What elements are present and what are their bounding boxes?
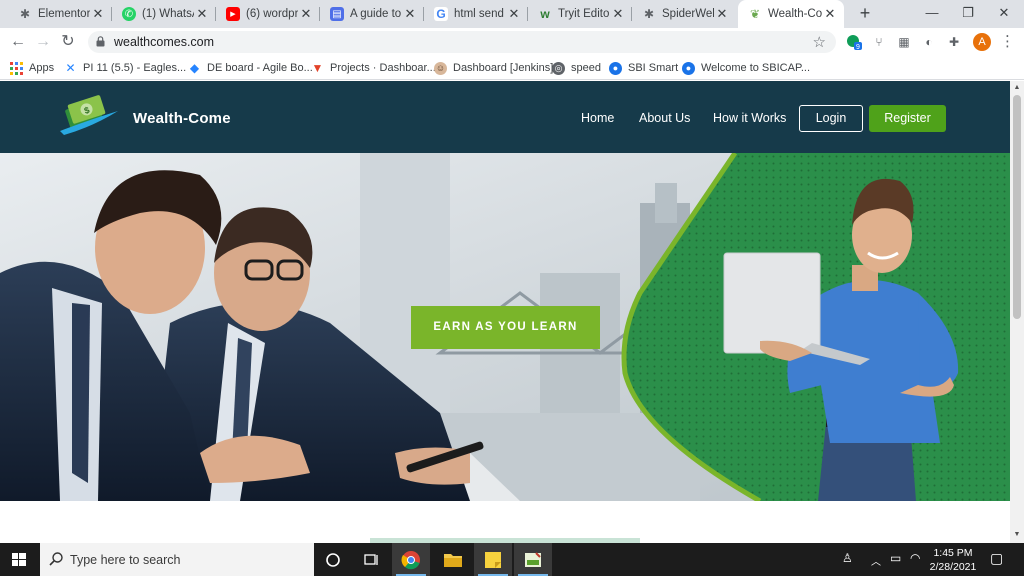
windows-taskbar: Type here to search ♙ ︿ ▭ ◠ 1:45 PM 2/28… — [0, 543, 1024, 576]
menu-kebab-icon[interactable]: ⋮ — [1000, 33, 1015, 51]
notifications-icon[interactable]: ▢ — [990, 550, 1003, 567]
nav-about-us[interactable]: About Us — [639, 111, 690, 125]
tab-tryit[interactable]: w Tryit Editor v ✕ — [528, 0, 632, 28]
battery-icon[interactable]: ▭ — [890, 551, 901, 565]
forward-button[interactable]: → — [33, 32, 53, 52]
tab-whatsapp[interactable]: ✆ (1) WhatsApp ✕ — [112, 0, 216, 28]
nav-how-it-works[interactable]: How it Works — [713, 111, 786, 125]
bookmark-jenkins[interactable]: ☺ Dashboard [Jenkins] — [434, 60, 553, 76]
tab-google[interactable]: G html send er ✕ — [424, 0, 528, 28]
new-tab-button[interactable]: + — [855, 4, 875, 24]
bookmark-de-board[interactable]: ◆ DE board - Agile Bo... — [188, 60, 313, 76]
apps-grid-icon — [10, 61, 23, 75]
scroll-down-icon[interactable]: ▼ — [1013, 531, 1021, 538]
minimize-button[interactable]: — — [920, 3, 944, 23]
x-app-icon: ✕ — [65, 61, 76, 75]
scroll-up-icon[interactable]: ▲ — [1013, 84, 1021, 91]
lock-icon — [96, 36, 105, 47]
clock-time: 1:45 PM — [933, 547, 973, 559]
task-view-icon[interactable] — [352, 543, 390, 576]
bookmark-apps[interactable]: Apps — [10, 60, 54, 76]
google-icon: G — [434, 7, 448, 21]
diamond-icon: ◆ — [189, 61, 200, 75]
sbi-icon: ● — [609, 61, 622, 75]
sticky-notes-icon[interactable] — [474, 543, 512, 576]
file-explorer-icon[interactable] — [434, 543, 472, 576]
search-placeholder: Type here to search — [70, 553, 181, 567]
whatsapp-icon: ✆ — [122, 7, 136, 21]
close-icon[interactable]: ✕ — [194, 6, 210, 22]
globe-icon: ◎ — [552, 61, 565, 75]
wealth-logo-icon[interactable]: $ — [56, 93, 122, 141]
bookmark-sbi-smart[interactable]: ● SBI Smart — [609, 60, 678, 76]
extension-circle-icon[interactable]: ◐ — [921, 34, 937, 50]
web-page: $ Wealth-Come Home About Us How it Works… — [0, 81, 1010, 543]
spider-icon: ✱ — [643, 7, 655, 21]
reload-button[interactable]: ↻ — [58, 32, 78, 52]
tab-strip: ✱ Elementor | M ✕ ✆ (1) WhatsApp ✕ ▶ (6)… — [0, 0, 1024, 28]
url-text: wealthcomes.com — [114, 35, 215, 49]
w3-icon: w — [540, 7, 550, 21]
tab-spiderweb[interactable]: ✱ SpiderWeb T ✕ — [632, 0, 736, 28]
extensions-puzzle-icon[interactable]: ✚ — [946, 34, 962, 50]
close-icon[interactable]: ✕ — [822, 6, 838, 22]
browser-toolbar: ← → ↻ wealthcomes.com ☆ 9 ⑂ ▦ ◐ ✚ A ⋮ — [0, 28, 1024, 56]
close-icon[interactable]: ✕ — [90, 6, 106, 22]
content-section — [0, 501, 1010, 543]
brand-name[interactable]: Wealth-Come — [133, 110, 231, 127]
gitlab-icon: ▼ — [311, 61, 324, 75]
page-scrollbar[interactable]: ▲ ▼ — [1010, 81, 1024, 543]
wealth-icon: ❦ — [749, 7, 761, 21]
spider-icon: ✱ — [19, 7, 31, 21]
scrollbar-thumb[interactable] — [1013, 95, 1021, 319]
restore-button[interactable]: ❐ — [956, 3, 980, 23]
close-icon[interactable]: ✕ — [714, 6, 730, 22]
wifi-icon[interactable]: ◠ — [910, 551, 920, 565]
search-icon — [49, 552, 63, 566]
site-header: $ Wealth-Come Home About Us How it Works… — [0, 81, 1010, 153]
close-icon[interactable]: ✕ — [506, 6, 522, 22]
bookmarks-bar: Apps ✕ PI 11 (5.5) - Eagles... ◆ DE boar… — [0, 56, 1024, 80]
tab-youtube[interactable]: ▶ (6) wordpress ✕ — [216, 0, 320, 28]
start-button[interactable] — [0, 543, 38, 576]
address-bar[interactable]: wealthcomes.com ☆ — [88, 31, 836, 53]
hero-banner: EARN AS YOU LEARN — [0, 153, 1010, 501]
extension-grid-icon[interactable]: ▦ — [896, 34, 912, 50]
windows-logo-icon — [12, 553, 26, 566]
register-button[interactable]: Register — [869, 105, 946, 132]
tab-guide[interactable]: ▤ A guide to c ✕ — [320, 0, 424, 28]
taskbar-search-box[interactable]: Type here to search — [40, 543, 314, 576]
back-button[interactable]: ← — [8, 32, 28, 52]
jenkins-icon: ☺ — [434, 61, 447, 75]
close-window-button[interactable]: ✕ — [992, 3, 1016, 23]
clock-date: 2/28/2021 — [929, 561, 977, 573]
earn-as-you-learn-button[interactable]: EARN AS YOU LEARN — [411, 306, 600, 349]
bookmark-pi11[interactable]: ✕ PI 11 (5.5) - Eagles... — [64, 60, 186, 76]
extension-branch-icon[interactable]: ⑂ — [871, 34, 887, 50]
close-icon[interactable]: ✕ — [298, 6, 314, 22]
bookmark-speed[interactable]: ◎ speed — [552, 60, 601, 76]
doc-icon: ▤ — [330, 7, 344, 21]
close-icon[interactable]: ✕ — [402, 6, 418, 22]
bookmark-sbicap[interactable]: ● Welcome to SBICAP... — [682, 60, 810, 76]
people-icon[interactable]: ♙ — [842, 551, 853, 565]
extension-badge-icon[interactable]: 9 — [846, 34, 862, 51]
bookmark-projects[interactable]: ▼ Projects · Dashboar... — [311, 60, 436, 76]
paint-icon[interactable] — [514, 543, 552, 576]
nav-home[interactable]: Home — [581, 111, 614, 125]
tab-wealth-come[interactable]: ❦ Wealth-Com ✕ — [738, 0, 844, 28]
close-icon[interactable]: ✕ — [610, 6, 626, 22]
login-button[interactable]: Login — [799, 105, 863, 132]
youtube-icon: ▶ — [226, 7, 240, 21]
svg-text:9: 9 — [856, 44, 860, 50]
taskbar-clock[interactable]: 1:45 PM 2/28/2021 — [928, 546, 978, 574]
chrome-taskbar-icon[interactable] — [392, 543, 430, 576]
tab-elementor[interactable]: ✱ Elementor | M ✕ — [8, 0, 112, 28]
bookmark-star-icon[interactable]: ☆ — [813, 33, 826, 51]
profile-avatar[interactable]: A — [973, 33, 991, 51]
tray-chevron-icon[interactable]: ︿ — [871, 553, 881, 568]
sbi-icon: ● — [682, 61, 695, 75]
cortana-icon[interactable] — [314, 543, 352, 576]
